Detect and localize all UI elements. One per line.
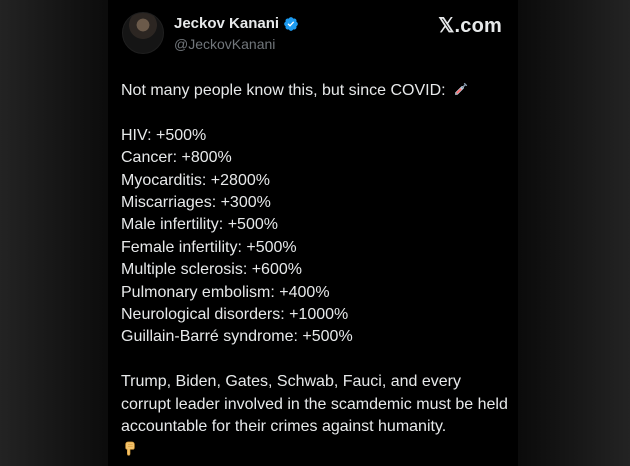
author-name-row[interactable]: Jeckov Kanani (174, 15, 299, 33)
stat-line-miscarriages: Miscarriages: +300% (121, 194, 271, 212)
stat-line-pulmonary-embolism: Pulmonary embolism: +400% (121, 283, 330, 301)
stat-line-hiv: HIV: +500% (121, 126, 207, 144)
syringe-icon (454, 82, 468, 96)
stat-line-myocarditis: Myocarditis: +2800% (121, 171, 270, 189)
stat-line-neurological-disorders: Neurological disorders: +1000% (121, 306, 349, 324)
intro-text: Not many people know this, but since COV… (121, 82, 446, 99)
author-handle[interactable]: @JeckovKanani (174, 35, 275, 53)
stat-line-multiple-sclerosis: Multiple sclerosis: +600% (121, 261, 302, 279)
avatar[interactable] (122, 12, 164, 54)
tweet-body: Not many people know this, but since COV… (121, 80, 511, 464)
author-name[interactable]: Jeckov Kanani (174, 15, 279, 33)
stat-line-cancer: Cancer: +800% (121, 149, 232, 167)
verified-badge-icon (284, 17, 298, 31)
screenshot-stage: Jeckov Kanani @JeckovKanani 𝕏.com Not ma… (0, 0, 630, 466)
tweet-card: Jeckov Kanani @JeckovKanani 𝕏.com Not ma… (108, 0, 518, 466)
stat-line-male-infertility: Male infertility: +500% (121, 216, 278, 234)
stat-line-female-infertility: Female infertility: +500% (121, 238, 297, 256)
intro-line: Not many people know this, but since COV… (121, 80, 511, 102)
pointing-down-hand-icon (125, 442, 135, 457)
x-brand: 𝕏.com (438, 15, 502, 37)
closing-paragraph: Trump, Biden, Gates, Schwab, Fauci, and … (121, 373, 508, 436)
stat-line-guillain-barre: Guillain-Barré syndrome: +500% (121, 328, 353, 346)
